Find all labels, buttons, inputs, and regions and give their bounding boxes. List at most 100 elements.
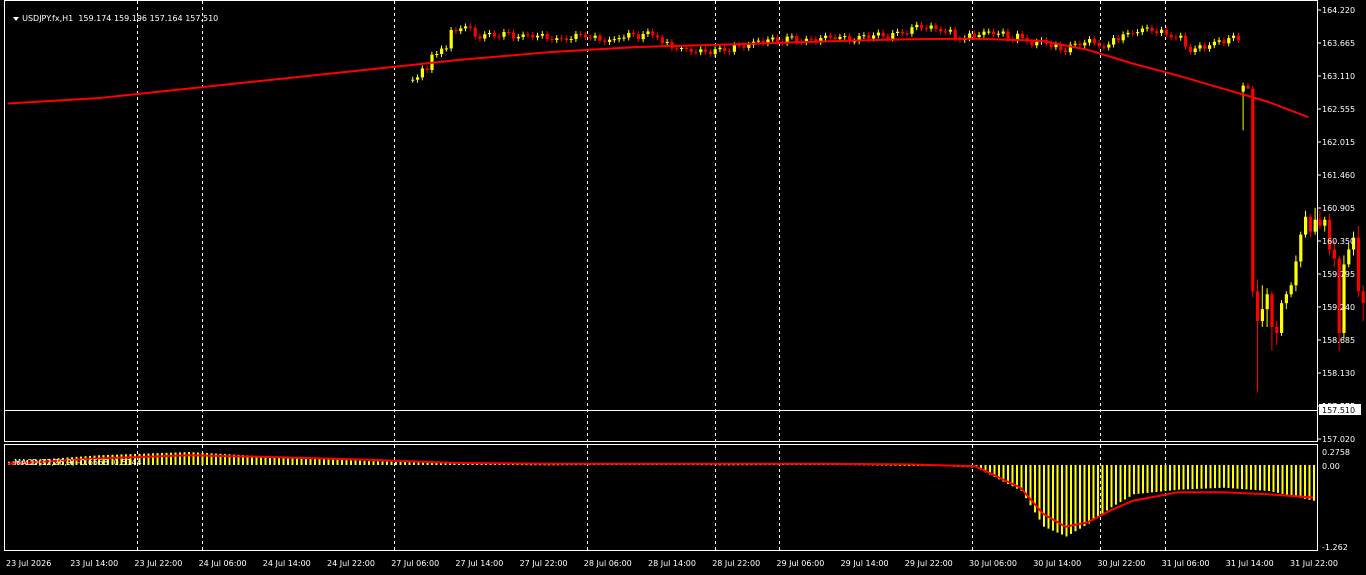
candle-body (1188, 46, 1192, 53)
candle-body (454, 29, 458, 32)
candle-body (598, 35, 602, 41)
macd-bar (1196, 465, 1198, 489)
candle-body (689, 48, 693, 53)
price-tick-label: 159.795 (1322, 270, 1355, 279)
macd-title: MACD(12,26,9) (14, 458, 75, 467)
macd-bar (345, 460, 348, 465)
candle-body (833, 37, 837, 40)
candle-body (1265, 294, 1269, 310)
candle-body (531, 34, 535, 38)
candle-body (1054, 44, 1058, 48)
candle-body (1347, 249, 1351, 265)
candle-body (555, 38, 559, 40)
candle-body (1030, 41, 1034, 46)
candle-body (1284, 294, 1288, 304)
candle-body (708, 51, 712, 55)
price-tick-label: 160.905 (1322, 204, 1355, 213)
macd-bar (422, 462, 424, 465)
candle-body (886, 36, 890, 39)
candle-body (574, 33, 578, 40)
macd-header: MACD(12,26,9) -0.6568 -0.5144 (9, 448, 142, 468)
macd-bar (336, 459, 339, 465)
macd-bar (1236, 465, 1239, 489)
candle-body (536, 35, 540, 38)
candle-body (459, 28, 463, 32)
macd-bar (381, 461, 384, 465)
candle-body (1332, 249, 1336, 259)
candle-body (1150, 27, 1154, 32)
time-tick-label: 29 Jul 14:00 (841, 559, 889, 568)
candle-body (1361, 291, 1365, 304)
candle-body (1169, 34, 1173, 38)
candle-body (550, 39, 554, 41)
macd-bar (1164, 465, 1167, 492)
macd-bar (165, 452, 168, 465)
candle-body (1083, 42, 1087, 46)
macd-bar (327, 459, 330, 465)
time-tick-label: 27 Jul 14:00 (455, 559, 503, 568)
candle-body (1174, 37, 1178, 39)
candle-body (507, 31, 511, 33)
price-tick-label: 162.555 (1322, 105, 1355, 114)
candle-body (977, 34, 981, 38)
macd-bar (1097, 465, 1099, 517)
candle-body (996, 33, 1000, 35)
candle-body (1227, 38, 1231, 44)
candle-body (1088, 39, 1092, 43)
macd-bar (350, 460, 352, 465)
candle-body (612, 39, 616, 41)
macd-bar (170, 452, 172, 465)
candle-body (603, 40, 607, 42)
symbol-header[interactable]: USDJPY.fx,H1 159.174 159.196 157.164 157… (8, 4, 218, 24)
candle-body (516, 36, 520, 39)
candle-body (680, 47, 684, 49)
macd-bar (363, 460, 366, 465)
candle-body (488, 32, 492, 35)
candle-body (569, 39, 573, 41)
macd-bar (161, 452, 163, 465)
macd-bar (1223, 465, 1225, 488)
dropdown-triangle-icon[interactable] (13, 16, 20, 21)
candle-body (622, 37, 626, 39)
time-tick-label: 31 Jul 06:00 (1162, 559, 1210, 568)
candle-body (608, 39, 612, 42)
candle-body (699, 49, 703, 53)
time-tick-label: 30 Jul 22:00 (1097, 559, 1145, 568)
macd-bar (1083, 465, 1086, 527)
candle-body (1049, 43, 1053, 48)
candle-body (1160, 29, 1164, 33)
candle-body (905, 33, 909, 35)
candle-body (449, 29, 453, 49)
candle-body (1203, 45, 1207, 49)
time-tick-label: 27 Jul 22:00 (520, 559, 568, 568)
price-axis[interactable]: 164.220 163.665 163.110 162.555 162.015 161.4… (1317, 6, 1355, 444)
candle-body (420, 68, 424, 78)
candle-body (1136, 32, 1140, 34)
candle-body (1112, 38, 1116, 45)
candle-body (1208, 45, 1212, 49)
candle-body (838, 36, 842, 40)
macd-bar (309, 458, 312, 465)
macd-bar (156, 453, 159, 465)
macd-bar (1308, 465, 1311, 500)
time-tick-label: 23 Jul 14:00 (70, 559, 118, 568)
candle-body (545, 33, 549, 40)
candle-body (1246, 85, 1250, 89)
time-tick-label: 31 Jul 22:00 (1290, 559, 1338, 568)
candle-body (790, 36, 794, 38)
candle-body (1299, 234, 1303, 262)
time-tick-label: 31 Jul 14:00 (1226, 559, 1274, 568)
macd-bar (1178, 465, 1180, 490)
macd-bar (386, 461, 388, 465)
macd-bar (188, 452, 190, 465)
grid-lines (137, 1, 1166, 551)
macd-bar (282, 457, 285, 465)
candle-body (1193, 48, 1197, 53)
candle-body (718, 47, 722, 50)
chart-area[interactable]: 164.220 163.665 163.110 162.555 162.015 161.4… (0, 0, 1366, 575)
macd-bar (1214, 465, 1216, 489)
time-axis[interactable]: 23 Jul 2026 23 Jul 14:00 23 Jul 22:00 24 Ju… (6, 559, 1338, 568)
candle-body (636, 34, 640, 40)
macd-bar (183, 452, 186, 465)
candle-body (1020, 33, 1024, 38)
